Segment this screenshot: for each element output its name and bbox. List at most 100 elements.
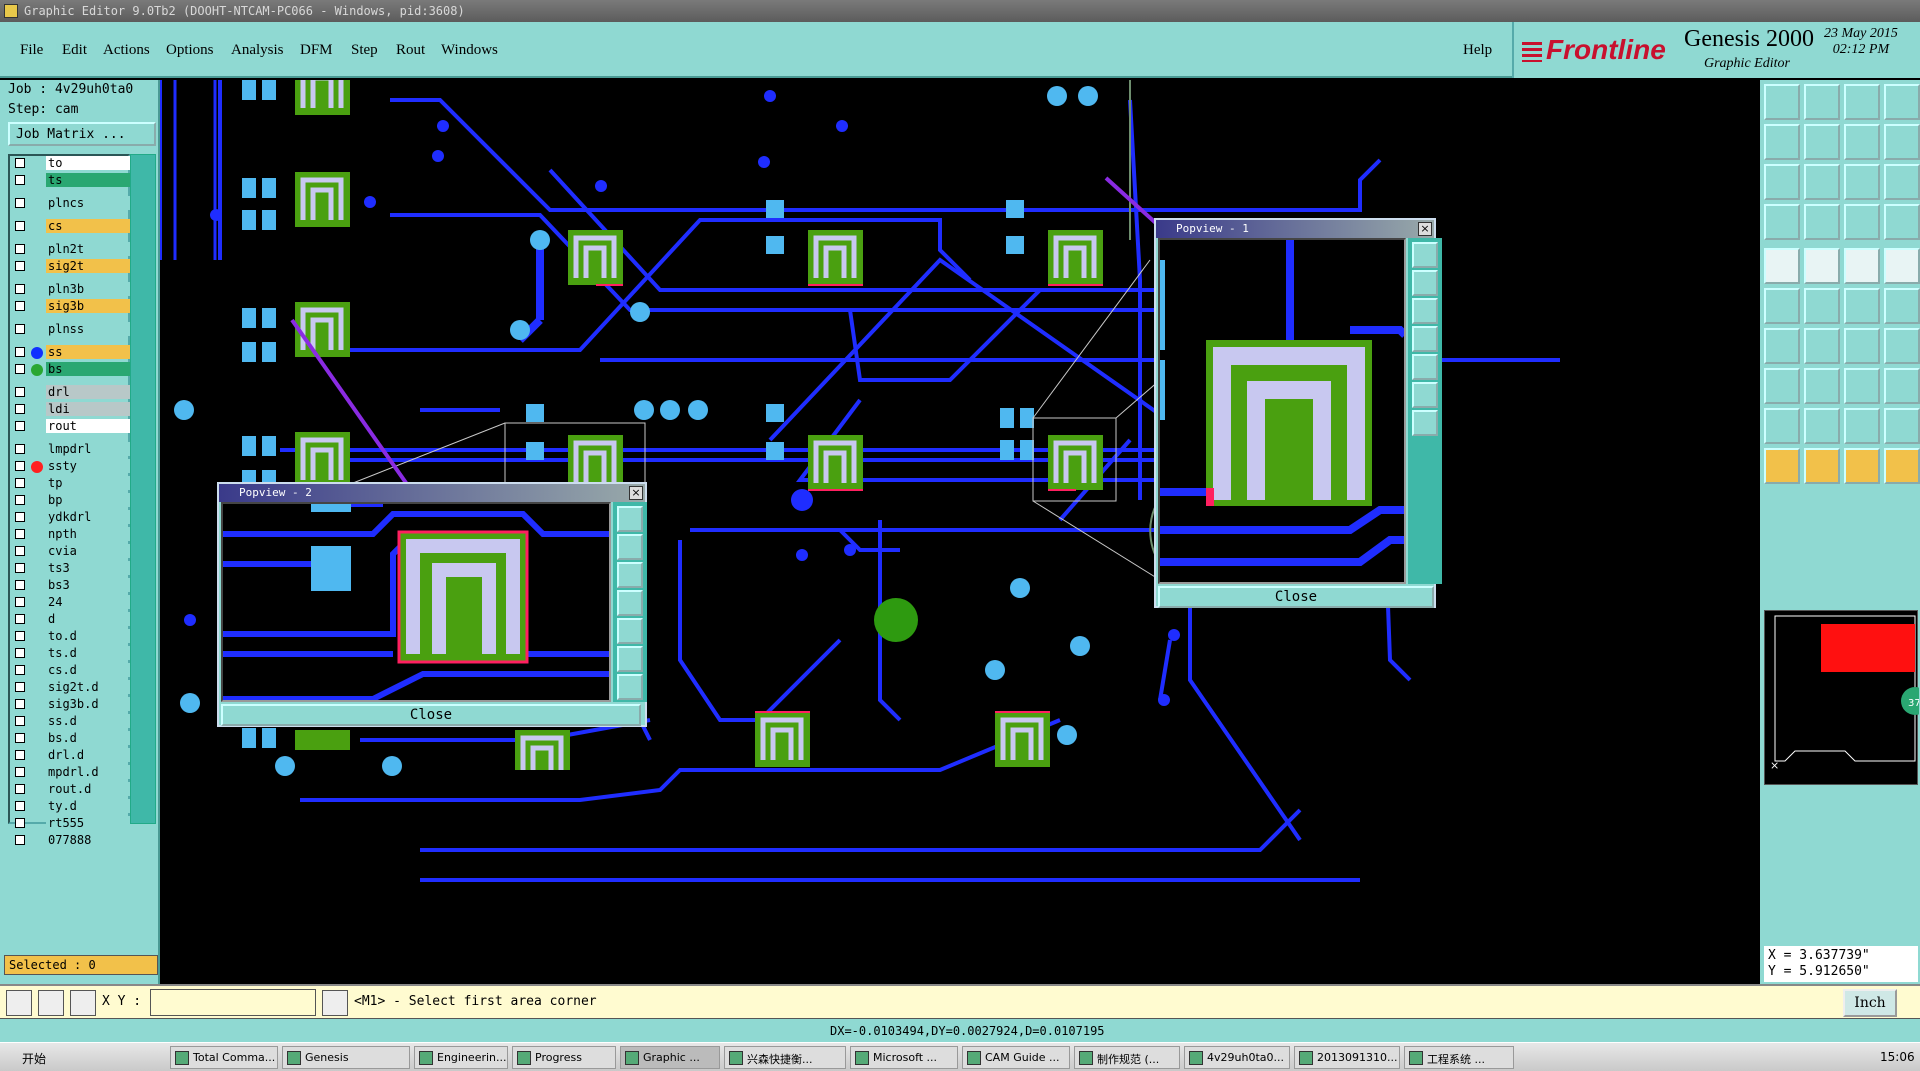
layer-checkbox[interactable] <box>15 784 25 794</box>
arc-icon[interactable] <box>1844 328 1880 364</box>
triangle-b-icon[interactable] <box>1804 408 1840 444</box>
taskbar-item[interactable]: CAM Guide ... <box>962 1046 1070 1069</box>
grid-icon[interactable] <box>1804 204 1840 240</box>
layer-row-cs[interactable]: cs <box>10 219 136 235</box>
layer-checkbox[interactable] <box>15 364 25 374</box>
layer-checkbox[interactable] <box>15 801 25 811</box>
pad-icon[interactable] <box>1884 248 1920 284</box>
layer-checkbox[interactable] <box>15 244 25 254</box>
close-icon[interactable]: × <box>1418 222 1432 236</box>
taskbar-item[interactable]: Engineerin... <box>414 1046 508 1069</box>
pan-right-tool-icon[interactable] <box>1804 124 1840 160</box>
home-icon[interactable] <box>1412 410 1438 436</box>
layer-row-077888[interactable]: 077888 <box>10 833 136 849</box>
menu-help[interactable]: Help <box>1463 42 1492 59</box>
pointer-snap-icon[interactable] <box>1884 448 1920 484</box>
popview-2-view[interactable] <box>221 502 611 702</box>
job-matrix-button[interactable]: Job Matrix ... <box>8 122 156 146</box>
route-icon[interactable] <box>1884 328 1920 364</box>
question-icon[interactable] <box>1884 164 1920 200</box>
taskbar-item-active[interactable]: Graphic ... <box>620 1046 720 1069</box>
info-icon[interactable] <box>322 990 348 1016</box>
layer-row-sig3b-d[interactable]: sig3b.d <box>10 697 136 713</box>
layer-row-sig2t[interactable]: sig2t <box>10 259 136 275</box>
pointer-icon[interactable] <box>1764 448 1800 484</box>
zoom-in-icon[interactable] <box>1412 242 1438 268</box>
home-view-icon[interactable] <box>1844 84 1880 120</box>
fit-icon[interactable] <box>1412 382 1438 408</box>
xy-input[interactable] <box>150 989 316 1016</box>
pan-left-icon[interactable] <box>617 590 643 616</box>
layer-row-bp[interactable]: bp <box>10 493 136 509</box>
popview-2-close-button[interactable]: Close <box>221 704 641 726</box>
layer-row-d[interactable]: d <box>10 612 136 628</box>
taskbar-item[interactable]: Progress <box>512 1046 616 1069</box>
connect-icon[interactable] <box>1884 368 1920 404</box>
layer-row-tp[interactable]: tp <box>10 476 136 492</box>
add-line-icon[interactable] <box>1764 288 1800 324</box>
layer-row-bs3[interactable]: bs3 <box>10 578 136 594</box>
layer-checkbox[interactable] <box>15 716 25 726</box>
layer-checkbox[interactable] <box>15 546 25 556</box>
layer-checkbox[interactable] <box>15 563 25 573</box>
layer-row-ss[interactable]: ss <box>10 345 136 361</box>
fit-icon[interactable] <box>617 646 643 672</box>
center-icon[interactable] <box>1804 164 1840 200</box>
pointer-select-icon[interactable] <box>1804 448 1840 484</box>
layer-checkbox[interactable] <box>15 818 25 828</box>
zoom-out-icon[interactable] <box>1412 270 1438 296</box>
layer-row-rout[interactable]: rout <box>10 419 136 435</box>
layer-row-rt555[interactable]: rt555 <box>10 816 136 832</box>
layer-row-mpdrl-d[interactable]: mpdrl.d <box>10 765 136 781</box>
taskbar-item[interactable]: 工程系统 ... <box>1404 1046 1514 1069</box>
menu-actions[interactable]: Actions <box>103 42 150 59</box>
move-pad-icon[interactable] <box>1764 368 1800 404</box>
layer-row-drl-d[interactable]: drl.d <box>10 748 136 764</box>
layer-row-ty-d[interactable]: ty.d <box>10 799 136 815</box>
start-button[interactable]: 开始 <box>2 1046 52 1069</box>
layer-checkbox[interactable] <box>15 648 25 658</box>
pan-down-icon[interactable] <box>617 562 643 588</box>
layer-row-ldi[interactable]: ldi <box>10 402 136 418</box>
layer-checkbox[interactable] <box>15 529 25 539</box>
layer-checkbox[interactable] <box>15 597 25 607</box>
layer-row-pln3b[interactable]: pln3b <box>10 282 136 298</box>
pcb-canvas[interactable]: Popview - 2 × Close Popview - 1 × Close <box>160 80 1760 984</box>
layer-checkbox[interactable] <box>15 682 25 692</box>
pointer-move-icon[interactable] <box>1844 448 1880 484</box>
layer-row-ts[interactable]: ts <box>10 173 136 189</box>
layer-row-bs[interactable]: bs <box>10 362 136 378</box>
layer-row-sig2t-d[interactable]: sig2t.d <box>10 680 136 696</box>
layer-checkbox[interactable] <box>15 284 25 294</box>
add-arc-icon[interactable] <box>1884 288 1920 324</box>
popview-1-close-button[interactable]: Close <box>1158 586 1434 608</box>
layer-row-24[interactable]: 24 <box>10 595 136 611</box>
layer-checkbox[interactable] <box>15 733 25 743</box>
units-button[interactable]: Inch <box>1843 989 1897 1017</box>
layer-checkbox[interactable] <box>15 750 25 760</box>
zoom-in-icon[interactable] <box>617 506 643 532</box>
layer-checkbox[interactable] <box>15 404 25 414</box>
stretch-icon[interactable] <box>1844 368 1880 404</box>
layer-checkbox[interactable] <box>15 665 25 675</box>
home-icon[interactable] <box>617 674 643 700</box>
layer-checkbox[interactable] <box>15 198 25 208</box>
layer-checkbox[interactable] <box>15 301 25 311</box>
menu-step[interactable]: Step <box>351 42 378 59</box>
menu-rout[interactable]: Rout <box>396 42 425 59</box>
taskbar-item[interactable]: Total Comma... <box>170 1046 278 1069</box>
menu-dfm[interactable]: DFM <box>300 42 333 59</box>
taskbar-item[interactable]: 2013091310... <box>1294 1046 1400 1069</box>
taskbar-item[interactable]: 兴森快捷衡... <box>724 1046 846 1069</box>
triangle-c-icon[interactable] <box>1844 408 1880 444</box>
pan-left-icon[interactable] <box>1412 326 1438 352</box>
layer-row-bs-d[interactable]: bs.d <box>10 731 136 747</box>
overview-minimap[interactable]: 37 × <box>1764 610 1920 785</box>
layer-checkbox[interactable] <box>15 158 25 168</box>
layer-row-lmpdrl[interactable]: lmpdrl <box>10 442 136 458</box>
layer-row-npth[interactable]: npth <box>10 527 136 543</box>
triangle-a-icon[interactable] <box>1764 408 1800 444</box>
menu-analysis[interactable]: Analysis <box>231 42 284 59</box>
menu-file[interactable]: File <box>20 42 43 59</box>
layer-row-drl[interactable]: drl <box>10 385 136 401</box>
